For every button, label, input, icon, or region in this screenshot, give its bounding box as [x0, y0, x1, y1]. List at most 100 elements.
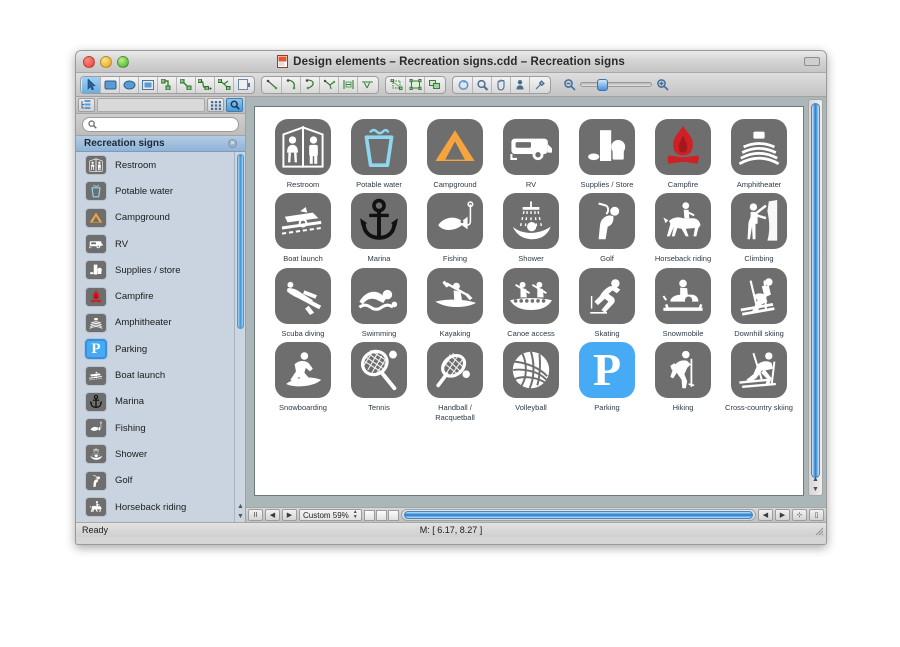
ellipse-icon[interactable] [120, 76, 139, 93]
search-input[interactable] [100, 118, 233, 131]
line-icon[interactable] [263, 76, 282, 93]
canoe-access-icon[interactable] [503, 267, 559, 324]
campground-icon[interactable] [427, 119, 483, 175]
shape-cell[interactable]: Handball / Racquetball [417, 342, 493, 422]
shape-cell[interactable]: Volleyball [493, 342, 569, 422]
hiking-icon[interactable] [655, 342, 711, 399]
eyedropper-icon[interactable] [530, 77, 549, 93]
curve-icon[interactable] [301, 76, 320, 93]
shape-cell[interactable]: Campground [417, 119, 493, 189]
zoom-slider-track[interactable] [580, 79, 652, 91]
shape-cell[interactable]: Canoe access [493, 267, 569, 338]
library-path-field[interactable] [97, 98, 205, 112]
shape-cell[interactable]: Fishing [417, 193, 493, 263]
scroll-right-arrow[interactable]: ▶ [775, 509, 790, 521]
page-tab-1[interactable] [363, 509, 375, 521]
horizontal-scrollbar-thumb[interactable] [403, 511, 753, 519]
group-icon[interactable] [406, 76, 425, 93]
library-item-campfire[interactable]: Campfire [76, 283, 234, 309]
library-item-restroom[interactable]: Restroom [76, 152, 234, 178]
hand-icon[interactable] [492, 76, 511, 93]
snowmobile-icon[interactable] [655, 267, 711, 324]
previous-page-button[interactable]: ◀ [265, 509, 280, 521]
search-field[interactable] [82, 117, 239, 132]
shape-cell[interactable]: Cross-country skiing [721, 342, 797, 422]
horseback-riding-icon[interactable] [655, 193, 711, 250]
library-item-amphitheater[interactable]: Amphitheater [76, 310, 234, 336]
library-item-marina[interactable]: Marina [76, 389, 234, 415]
parking-icon[interactable]: P [579, 342, 635, 399]
distribute-icon[interactable] [358, 77, 377, 93]
library-item-fishing[interactable]: Fishing [76, 415, 234, 441]
shape-cell[interactable]: Potable water [341, 119, 417, 189]
shape-cell[interactable]: Hiking [645, 342, 721, 422]
library-item-rv[interactable]: RV [76, 231, 234, 257]
grid-view-icon[interactable] [207, 98, 224, 112]
shape-cell[interactable]: Golf [569, 193, 645, 263]
vertical-scrollbar-thumb[interactable] [811, 103, 820, 478]
golf-icon[interactable] [579, 193, 635, 250]
tennis-icon[interactable] [351, 342, 407, 399]
scroll-left-arrow[interactable]: ◀ [758, 509, 773, 521]
library-item-shower[interactable]: Shower [76, 441, 234, 467]
fishing-icon[interactable] [427, 193, 483, 250]
straight-connector-icon[interactable] [177, 76, 196, 93]
ungroup-icon[interactable] [425, 77, 444, 93]
page-tab-3[interactable] [387, 509, 399, 521]
cross-country-skiing-icon[interactable] [731, 342, 787, 399]
align-icon[interactable] [339, 76, 358, 93]
kayaking-icon[interactable] [427, 267, 483, 324]
potable-water-icon[interactable] [351, 119, 407, 175]
snowboarding-icon[interactable] [275, 342, 331, 399]
swimming-icon[interactable] [351, 267, 407, 324]
tree-view-icon[interactable] [78, 98, 95, 112]
restroom-icon[interactable] [275, 119, 331, 175]
library-item-boat-launch[interactable]: Boat launch [76, 362, 234, 388]
climbing-icon[interactable] [731, 193, 787, 250]
scuba-diving-icon[interactable] [275, 267, 331, 324]
toolbar-toggle-button[interactable] [804, 57, 820, 66]
shape-cell[interactable]: P Parking [569, 342, 645, 422]
zoom-in-icon[interactable] [656, 78, 669, 91]
pointer-icon[interactable] [82, 76, 101, 93]
library-scroll-down-arrow[interactable]: ▼ [236, 512, 245, 521]
library-item-potable-water[interactable]: Potable water [76, 178, 234, 204]
library-item-supplies-store[interactable]: Supplies / store [76, 257, 234, 283]
fit-page-button[interactable]: ⊹ [792, 509, 807, 521]
insert-image-icon[interactable] [234, 77, 253, 93]
boat-launch-icon[interactable] [275, 193, 331, 250]
zoom-out-icon[interactable] [563, 78, 576, 91]
supplies-store-icon[interactable] [579, 119, 635, 175]
downhill-skiing-icon[interactable] [731, 267, 787, 324]
arc-icon[interactable] [282, 76, 301, 93]
library-scrollbar-thumb[interactable] [237, 154, 244, 329]
shape-cell[interactable]: Restroom [265, 119, 341, 189]
resize-grip[interactable] [812, 524, 824, 536]
shape-cell[interactable]: Shower [493, 193, 569, 263]
split-view-button[interactable]: ▯ [809, 509, 824, 521]
shape-cell[interactable]: Horseback riding [645, 193, 721, 263]
pause-button[interactable]: II [248, 509, 263, 521]
zoom-slider-thumb[interactable] [597, 79, 608, 91]
shower-icon[interactable] [503, 193, 559, 250]
shape-cell[interactable]: RV [493, 119, 569, 189]
shape-cell[interactable]: Kayaking [417, 267, 493, 338]
marina-icon[interactable] [351, 193, 407, 250]
rv-icon[interactable] [503, 119, 559, 175]
library-scrollbar[interactable]: ▲ ▼ [234, 152, 245, 522]
shape-cell[interactable]: Skating [569, 267, 645, 338]
shape-cell[interactable]: Campfire [645, 119, 721, 189]
canvas-horizontal-scrollbar[interactable] [400, 509, 756, 521]
library-search-toggle-icon[interactable] [226, 98, 243, 112]
zoom-slider-group[interactable] [563, 78, 669, 91]
tree-connector-icon[interactable] [215, 76, 234, 93]
campfire-icon[interactable] [655, 119, 711, 175]
shape-cell[interactable]: Snowboarding [265, 342, 341, 422]
skating-icon[interactable] [579, 267, 635, 324]
page-tab-2[interactable] [375, 509, 387, 521]
rectangle-icon[interactable] [101, 76, 120, 93]
shape-cell[interactable]: Boat launch [265, 193, 341, 263]
volleyball-icon[interactable] [503, 342, 559, 399]
scroll-down-arrow[interactable]: ▼ [809, 486, 822, 493]
library-item-campground[interactable]: Campground [76, 205, 234, 231]
